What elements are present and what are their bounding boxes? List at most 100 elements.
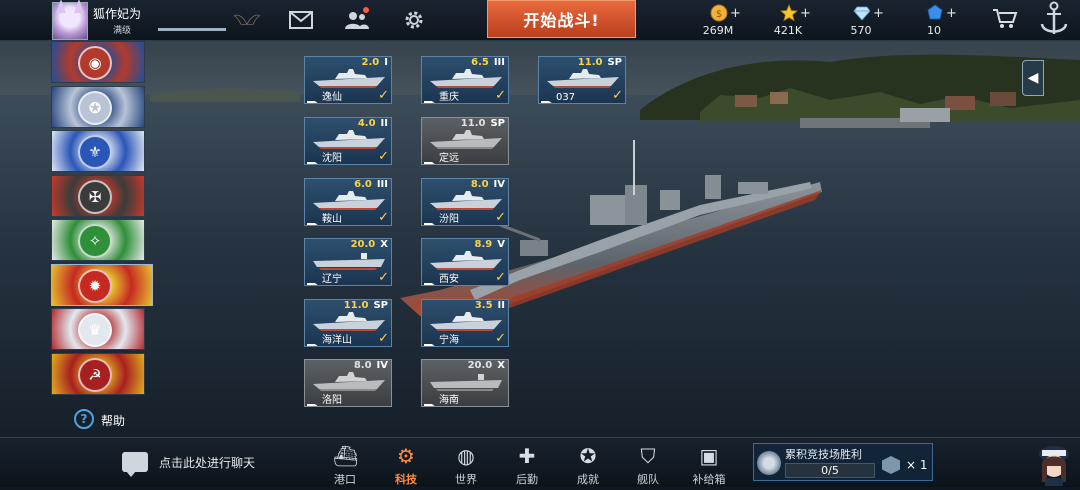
currency-diamond[interactable]: + 570 — [831, 2, 891, 38]
ship-name: 沈阳 — [322, 153, 342, 164]
gold-coin-icon: $ — [710, 4, 728, 22]
currency-star[interactable]: + 421K — [758, 2, 818, 38]
reward-chip-icon — [882, 456, 900, 474]
expand-panel-arrow-icon[interactable]: ◀ — [1022, 60, 1044, 96]
nav-fleet[interactable]: ⛉ 舰队 — [628, 442, 668, 486]
ship-name: 洛阳 — [322, 395, 342, 406]
ship-name: 辽宁 — [322, 274, 342, 285]
nav-label: 科技 — [395, 473, 417, 486]
ship-type-icon — [424, 215, 436, 225]
reward-multiplier: × 1 — [906, 458, 928, 472]
ship-card[interactable]: 8.0 IV 汾阳 ✓ — [421, 178, 509, 226]
faction-uk-tab[interactable]: ◉ — [51, 41, 145, 83]
ship-card[interactable]: 11.0 SP 定远 — [421, 117, 509, 165]
faction-soviet-tab[interactable]: ☭ — [51, 353, 145, 395]
player-name: 狐作妃为 — [93, 7, 142, 21]
nav-label: 港口 — [334, 473, 356, 486]
bottom-bar: 点击此处进行聊天 ⛴ 港口 ⚙ 科技 ◍ 世界 ✚ 后勤 ✪ 成就 ⛉ 舰队 ▣ 补给箱 累积竞技场胜利 … — [0, 437, 1080, 487]
star-icon — [780, 4, 798, 22]
plus-icon: + — [800, 6, 811, 21]
ship-name: 鞍山 — [322, 214, 342, 225]
ship-card[interactable]: 20.0 X 海南 — [421, 359, 509, 407]
wings-icon[interactable] — [234, 8, 260, 32]
svg-text:$: $ — [716, 9, 722, 20]
nav-label: 补给箱 — [692, 473, 726, 486]
help-icon: ? — [74, 409, 94, 429]
harbor-icon: ⛴ — [333, 444, 359, 468]
faction-germany-tab[interactable]: ✠ — [51, 175, 145, 217]
player-avatar[interactable] — [52, 2, 88, 40]
blue-crystal-icon — [927, 4, 943, 20]
captain-portrait[interactable] — [1033, 438, 1075, 486]
owned-check-icon: ✓ — [612, 88, 623, 103]
ship-card[interactable]: 3.5 II 宁海 ✓ — [421, 299, 509, 347]
help-label: 帮助 — [101, 414, 126, 428]
owned-check-icon: ✓ — [495, 210, 506, 225]
fleet-icon: ⛉ — [640, 444, 656, 468]
friends-icon[interactable] — [344, 7, 370, 32]
ship-card[interactable]: 11.0 SP 037 ✓ — [538, 56, 626, 104]
star-amount: 421K — [773, 24, 803, 37]
faction-china-emblem-icon: ✹ — [78, 269, 112, 303]
faction-usa-tab[interactable]: ✪ — [51, 86, 145, 128]
nav-tech[interactable]: ⚙ 科技 — [386, 442, 426, 486]
ship-card[interactable]: 4.0 II 沈阳 ✓ — [304, 117, 392, 165]
nav-harbor[interactable]: ⛴ 港口 — [325, 442, 365, 486]
ship-name: 海南 — [439, 395, 459, 406]
faction-japan-britain-tab[interactable]: ♛ — [51, 308, 145, 350]
nav-logistics[interactable]: ✚ 后勤 — [507, 442, 547, 486]
shop-cart-icon[interactable] — [992, 8, 1018, 35]
ship-card[interactable]: 2.0 I 逸仙 ✓ — [304, 56, 392, 104]
xp-bar — [158, 28, 226, 31]
faction-italy-tab[interactable]: ✧ — [51, 219, 145, 261]
ship-card[interactable]: 20.0 X 辽宁 ✓ — [304, 238, 392, 286]
owned-check-icon: ✓ — [378, 210, 389, 225]
notification-dot — [363, 7, 369, 13]
ship-card[interactable]: 11.0 SP 海洋山 ✓ — [304, 299, 392, 347]
globe-icon: ◍ — [457, 444, 475, 468]
ship-name: 汾阳 — [439, 214, 459, 225]
top-bar: 狐作妃为 满级 开始战斗! $ + 269M + 421K + 570 + 10 — [0, 0, 1080, 41]
faction-france-tab[interactable]: ⚜ — [51, 130, 145, 172]
ship-card[interactable]: 6.0 III 鞍山 ✓ — [304, 178, 392, 226]
ship-card[interactable]: 8.0 IV 洛阳 — [304, 359, 392, 407]
ship-silhouette-icon — [547, 69, 619, 88]
crystal-amount: 10 — [927, 24, 941, 37]
ship-name: 西安 — [439, 274, 459, 285]
currency-gold[interactable]: $ + 269M — [688, 2, 748, 38]
ship-type-icon — [307, 275, 319, 285]
ship-name: 定远 — [439, 153, 459, 164]
nav-achievement[interactable]: ✪ 成就 — [568, 442, 608, 486]
start-battle-button[interactable]: 开始战斗! — [487, 0, 636, 38]
nav-label: 成就 — [577, 473, 599, 486]
mail-icon[interactable] — [288, 8, 314, 32]
ship-card[interactable]: 8.9 V 西安 ✓ — [421, 238, 509, 286]
currency-blue-crystal[interactable]: + 10 — [904, 2, 964, 38]
nav-supply-box[interactable]: ▣ 补给箱 — [689, 442, 729, 486]
gear-icon[interactable] — [401, 8, 427, 32]
owned-check-icon: ✓ — [378, 331, 389, 346]
ship-type-icon — [424, 275, 436, 285]
ship-type-icon — [307, 396, 319, 406]
faction-italy-emblem-icon: ✧ — [78, 224, 112, 258]
plus-icon: + — [946, 6, 957, 21]
arena-reward-panel[interactable]: 累积竞技场胜利 0/5 × 1 — [753, 443, 933, 481]
owned-check-icon: ✓ — [378, 88, 389, 103]
ship-type-icon — [424, 336, 436, 346]
owned-check-icon: ✓ — [495, 270, 506, 285]
chat-bubble-icon — [122, 452, 148, 477]
ship-type-icon — [541, 93, 553, 103]
chat-button[interactable]: 点击此处进行聊天 — [122, 450, 272, 477]
ship-type-icon — [424, 396, 436, 406]
plus-icon: + — [730, 6, 741, 21]
faction-france-emblem-icon: ⚜ — [78, 135, 112, 169]
arena-medal-icon — [757, 451, 781, 475]
ship-type-icon — [307, 215, 319, 225]
faction-germany-emblem-icon: ✠ — [78, 180, 112, 214]
anchor-icon[interactable] — [1036, 0, 1072, 40]
nav-globe[interactable]: ◍ 世界 — [446, 442, 486, 486]
faction-china-tab[interactable]: ✹ — [51, 264, 153, 306]
ship-card[interactable]: 6.5 III 重庆 ✓ — [421, 56, 509, 104]
help-button[interactable]: ? 帮助 — [74, 409, 154, 431]
owned-check-icon: ✓ — [378, 149, 389, 164]
